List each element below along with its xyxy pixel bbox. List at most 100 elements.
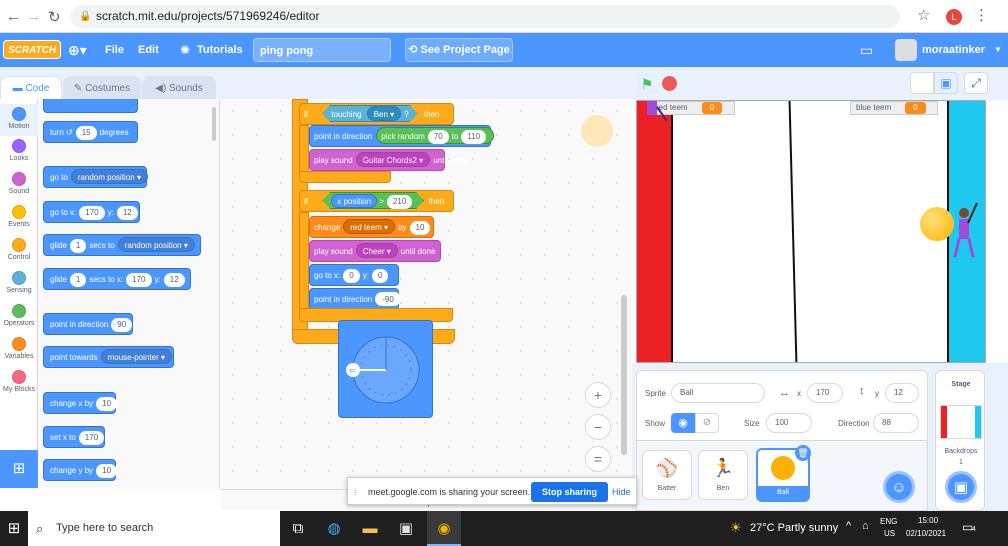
drag-handle-icon[interactable]: ⁞ xyxy=(354,478,357,506)
sprite-direction-input[interactable]: 88 xyxy=(873,413,919,433)
x-input[interactable]: 0 xyxy=(343,269,360,283)
sprite-size-input[interactable]: 100 xyxy=(766,413,812,433)
change-y-input[interactable]: 10 xyxy=(96,464,118,478)
palette-scrollbar[interactable] xyxy=(212,107,216,141)
globe-icon[interactable]: ⊕▾ xyxy=(68,33,87,67)
hide-button[interactable]: Hide xyxy=(612,478,631,506)
palette-point-direction-block[interactable]: point in direction 90 xyxy=(43,313,133,335)
project-title-input[interactable]: ping pong xyxy=(253,38,391,62)
forward-icon[interactable]: → xyxy=(26,8,41,25)
x-position-reporter[interactable]: x position xyxy=(331,194,378,208)
edit-menu[interactable]: Edit xyxy=(138,33,159,67)
task-view-icon[interactable]: ⧉ xyxy=(286,517,310,541)
zoom-in-button[interactable]: + xyxy=(585,382,611,408)
category-variables[interactable]: Variables xyxy=(0,337,38,360)
palette-point-towards-block[interactable]: point towards mouse-pointer ▾ xyxy=(43,346,174,368)
if-xposition-block[interactable]: if x position >210 then xyxy=(299,190,454,212)
workspace-scrollbar[interactable] xyxy=(621,295,627,455)
glide-dropdown[interactable]: random position ▾ xyxy=(117,237,195,252)
secs-input[interactable]: 1 xyxy=(69,239,87,253)
play-sound-cheer-block[interactable]: play sound Cheer ▾ until done xyxy=(309,240,441,262)
palette-block-partial[interactable] xyxy=(43,99,138,113)
category-looks[interactable]: Looks xyxy=(0,139,38,162)
palette-change-x-block[interactable]: change x by 10 xyxy=(43,392,118,414)
clock-date[interactable]: 02/10/2021 xyxy=(906,529,946,538)
tab-sounds[interactable]: ◀) Sounds xyxy=(142,76,216,99)
if-touching-block[interactable]: if touching Ben ▾? then xyxy=(299,103,454,125)
zoom-out-button[interactable]: − xyxy=(585,414,611,440)
see-project-button[interactable]: ⟲ See Project Page xyxy=(405,38,513,62)
username[interactable]: moraatinker xyxy=(922,33,985,67)
y-input[interactable]: 12 xyxy=(116,206,138,220)
random-min-input[interactable]: 70 xyxy=(427,130,449,144)
store-icon[interactable]: ▣ xyxy=(394,517,418,541)
towards-dropdown[interactable]: mouse-pointer ▾ xyxy=(100,349,172,364)
chevron-down-icon[interactable]: ▼ xyxy=(994,33,1002,67)
star-icon[interactable]: ☆ xyxy=(917,6,930,24)
batter-sprite[interactable] xyxy=(641,101,668,125)
x-input[interactable]: 170 xyxy=(126,273,152,287)
category-sound[interactable]: Sound xyxy=(0,172,38,195)
secs-input[interactable]: 1 xyxy=(69,273,87,287)
direction-input[interactable]: 90 xyxy=(111,318,133,332)
direction-input[interactable]: -90 xyxy=(375,292,401,306)
category-control[interactable]: Control xyxy=(0,238,38,261)
stop-icon[interactable] xyxy=(662,76,677,91)
code-workspace[interactable]: if touching Ben ▾? then point in directi… xyxy=(221,99,632,489)
back-icon[interactable]: ← xyxy=(6,8,21,25)
edge-icon[interactable]: ◍ xyxy=(322,517,346,541)
tab-costumes[interactable]: ✎ Costumes xyxy=(63,76,141,99)
weather-text[interactable]: 27°C Partly sunny xyxy=(750,522,838,534)
point-direction-block[interactable]: point in direction -90 xyxy=(309,288,401,310)
sprite-x-input[interactable]: 170 xyxy=(807,383,843,403)
palette-change-y-block[interactable]: change y by 10 xyxy=(43,459,118,481)
goto-xy-block[interactable]: go to x: 0 y: 0 xyxy=(309,264,399,286)
variable-dropdown[interactable]: red teem ▾ xyxy=(343,219,396,234)
windows-start-icon[interactable]: ⊞ xyxy=(2,517,26,541)
region[interactable]: US xyxy=(884,529,895,538)
category-operators[interactable]: Operators xyxy=(0,304,38,327)
random-max-input[interactable]: 110 xyxy=(461,130,487,144)
tutorials-menu[interactable]: Tutorials xyxy=(197,33,243,67)
folder-icon[interactable]: ▭ xyxy=(860,33,873,67)
choose-backdrop-button[interactable]: ▣ xyxy=(945,471,977,503)
chrome-icon[interactable]: ◉ xyxy=(427,511,461,546)
palette-glide-xy-block[interactable]: glide 1 secs to x: 170 y: 12 xyxy=(43,268,191,290)
category-my-blocks[interactable]: My Blocks xyxy=(0,370,38,393)
zoom-reset-button[interactable]: = xyxy=(585,446,611,472)
category-events[interactable]: Events xyxy=(0,205,38,228)
small-stage-button[interactable] xyxy=(910,72,934,94)
show-hidden-eye-icon[interactable]: ⊘ xyxy=(695,413,719,433)
stage-thumbnail[interactable] xyxy=(940,405,982,439)
y-input[interactable]: 0 xyxy=(371,269,389,283)
change-x-input[interactable]: 10 xyxy=(96,397,118,411)
green-flag-icon[interactable]: ⚑ xyxy=(637,74,657,94)
sound-dropdown[interactable]: Guitar Chords2 ▾ xyxy=(355,152,431,167)
profile-avatar[interactable]: L xyxy=(946,9,962,25)
user-avatar[interactable] xyxy=(895,39,917,61)
touching-dropdown[interactable]: Ben ▾ xyxy=(366,106,402,121)
sound-dropdown[interactable]: Cheer ▾ xyxy=(355,243,398,258)
network-icon[interactable]: ⌂ xyxy=(862,520,869,532)
change-value-input[interactable]: 10 xyxy=(409,221,431,235)
sprite-thumb-ben[interactable]: 🏃 Ben xyxy=(698,450,748,500)
chevron-up-icon[interactable]: ^ xyxy=(846,520,851,532)
address-bar[interactable]: 🔒 scratch.mit.edu/projects/571969246/edi… xyxy=(70,5,900,28)
file-menu[interactable]: File xyxy=(105,33,124,67)
ben-sprite[interactable] xyxy=(949,201,979,263)
greater-than-condition[interactable]: x position >210 xyxy=(322,192,425,209)
touching-condition[interactable]: touching Ben ▾? xyxy=(322,105,418,122)
category-motion[interactable]: Motion xyxy=(0,104,38,136)
choose-sprite-button[interactable]: ☺ xyxy=(883,471,915,503)
goto-dropdown[interactable]: random position ▾ xyxy=(70,169,148,184)
trash-icon[interactable]: 🗑 xyxy=(795,445,811,461)
language[interactable]: ENG xyxy=(880,517,897,526)
sprite-name-input[interactable]: Ball xyxy=(671,383,765,403)
sprite-y-input[interactable]: 12 xyxy=(885,383,919,403)
turn-input[interactable]: 15 xyxy=(75,126,97,140)
stop-sharing-button[interactable]: Stop sharing xyxy=(531,482,609,502)
reload-icon[interactable]: ↻ xyxy=(48,8,61,26)
more-icon[interactable]: ⋮ xyxy=(974,6,989,24)
category-sensing[interactable]: Sensing xyxy=(0,271,38,294)
add-extension-button[interactable]: ⊞ xyxy=(0,450,38,488)
